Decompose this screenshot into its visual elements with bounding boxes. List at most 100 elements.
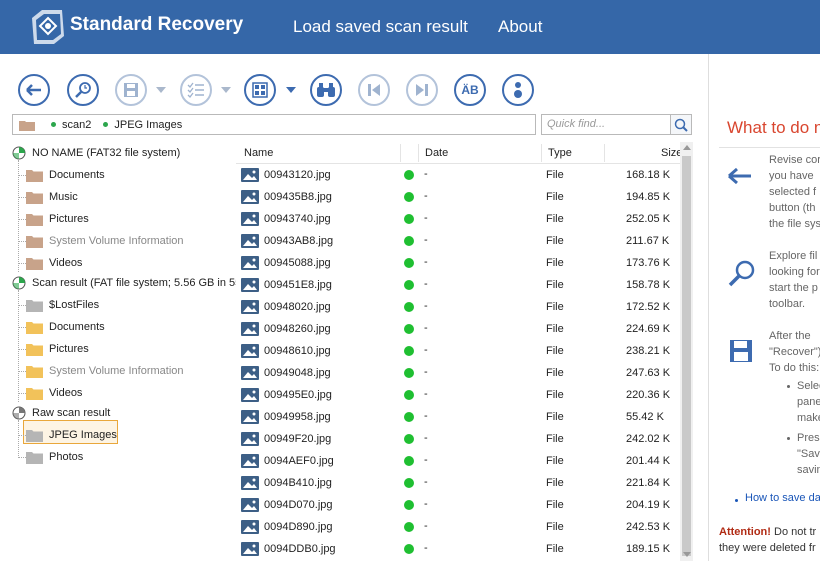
column-type[interactable]: Type [548,147,572,159]
scroll-up-arrow-icon[interactable] [683,145,691,150]
tree-item[interactable]: Documents [18,316,105,338]
save-button[interactable] [115,74,147,106]
file-date: - [424,366,428,378]
tree-item[interactable]: Music [18,186,78,208]
file-row[interactable]: 0094D890.jpg - File 242.53 K [236,516,680,538]
file-row[interactable]: 00948260.jpg - File 224.69 K [236,318,680,340]
tree-item[interactable]: Documents [18,164,105,186]
previous-button[interactable] [358,74,390,106]
column-separator[interactable] [541,144,542,162]
disk-partition-icon [12,276,26,290]
column-name[interactable]: Name [244,147,273,159]
file-date: - [424,278,428,290]
tree-item[interactable]: Photos [18,446,83,468]
tree-item[interactable]: Pictures [18,208,89,230]
file-type: File [546,389,564,401]
file-name: 0094D890.jpg [264,521,333,533]
file-row[interactable]: 00948610.jpg - File 238.21 K [236,340,680,362]
file-date: - [424,256,428,268]
column-separator[interactable] [418,144,419,162]
file-row[interactable]: 0094D070.jpg - File 204.19 K [236,494,680,516]
tree-item-label: Music [49,191,78,203]
status-dot-icon [51,122,56,127]
info-button[interactable] [502,74,534,106]
file-row[interactable]: 009451E8.jpg - File 158.78 K [236,274,680,296]
file-row[interactable]: 00949048.jpg - File 247.63 K [236,362,680,384]
quick-find-input[interactable]: Quick find... [541,114,671,135]
file-row[interactable]: 009435B8.jpg - File 194.85 K [236,186,680,208]
save-floppy-icon [730,340,752,362]
tree-item[interactable]: Pictures [18,338,89,360]
column-separator[interactable] [604,144,605,162]
nav-load-saved-scan[interactable]: Load saved scan result [293,17,468,37]
explore-button[interactable] [67,74,99,106]
nav-about[interactable]: About [498,17,542,37]
file-type: File [546,477,564,489]
mark-files-button[interactable] [180,74,212,106]
save-dropdown-arrow[interactable] [156,87,166,93]
file-size: 247.63 K [626,367,671,379]
file-row[interactable]: 00943AB8.jpg - File 211.67 K [236,230,680,252]
image-file-icon [241,388,259,402]
tree-guide [18,160,19,272]
breadcrumb-item-scan[interactable]: scan2 [51,119,91,131]
status-dot-icon [404,390,414,400]
mark-dropdown-arrow[interactable] [221,87,231,93]
back-button[interactable] [18,74,50,106]
file-row[interactable]: 0094B410.jpg - File 221.84 K [236,472,680,494]
help-text-recover: After the "Recover") To do this: [769,330,820,374]
tree-item[interactable]: NO NAME (FAT32 file system) [12,142,180,164]
file-row[interactable]: 00943740.jpg - File 252.05 K [236,208,680,230]
file-name: 00948260.jpg [264,323,331,335]
breadcrumb-item-jpeg[interactable]: JPEG Images [103,119,182,131]
file-row[interactable]: 00945088.jpg - File 173.76 K [236,252,680,274]
column-size[interactable]: Size [661,147,680,159]
tree-item[interactable]: Raw scan result [12,402,110,424]
folder-icon [26,343,43,356]
next-button[interactable] [406,74,438,106]
file-row[interactable]: 0094AEF0.jpg - File 201.44 K [236,450,680,472]
file-row[interactable]: 00949F20.jpg - File 242.02 K [236,428,680,450]
tree-guide [18,371,26,372]
tree-item[interactable]: System Volume Information [18,360,184,382]
next-icon [416,84,428,96]
image-file-icon [241,366,259,380]
file-list: Name Date Type Size 00943120.jpg - File 168… [236,142,680,561]
file-row[interactable]: 00948020.jpg - File 172.52 K [236,296,680,318]
tree-item-label: Documents [49,321,105,333]
image-file-icon [241,454,259,468]
file-date: - [424,542,428,554]
find-button[interactable] [310,74,342,106]
view-dropdown-arrow[interactable] [286,87,296,93]
file-type: File [546,235,564,247]
scroll-down-arrow-icon[interactable] [683,552,691,557]
tree-item[interactable]: System Volume Information [18,230,184,252]
tree-item[interactable]: $LostFiles [18,294,99,316]
file-row[interactable]: 009495E0.jpg - File 220.36 K [236,384,680,406]
file-size: 173.76 K [626,257,671,269]
file-row[interactable]: 00943120.jpg - File 168.18 K [236,164,680,186]
quick-find-button[interactable] [670,114,692,135]
tree-item[interactable]: JPEG Images [18,424,117,446]
breadcrumb[interactable]: scan2 JPEG Images [12,114,536,135]
tree-item[interactable]: Videos [18,382,82,404]
status-dot-icon [404,214,414,224]
column-date[interactable]: Date [425,147,448,159]
vertical-scrollbar[interactable] [680,142,693,561]
file-row[interactable]: 00949958.jpg - File 55.42 K [236,406,680,428]
file-type: File [546,213,564,225]
help-link-save-data[interactable]: How to save dat [745,492,820,504]
view-button[interactable] [244,74,276,106]
status-dot-icon [404,522,414,532]
back-arrow-icon [26,84,41,96]
text-case-button[interactable]: ÄB [454,74,486,106]
image-file-icon [241,520,259,534]
tree-item[interactable]: Videos [18,252,82,274]
scrollbar-thumb[interactable] [682,156,691,556]
image-file-icon [241,410,259,424]
file-row[interactable]: 0094DDB0.jpg - File 189.15 K [236,538,680,560]
file-size: 238.21 K [626,345,671,357]
column-separator[interactable] [400,144,401,162]
tree-item[interactable]: Scan result (FAT file system; 5.56 GB in… [12,272,236,294]
tree-guide [18,263,26,264]
